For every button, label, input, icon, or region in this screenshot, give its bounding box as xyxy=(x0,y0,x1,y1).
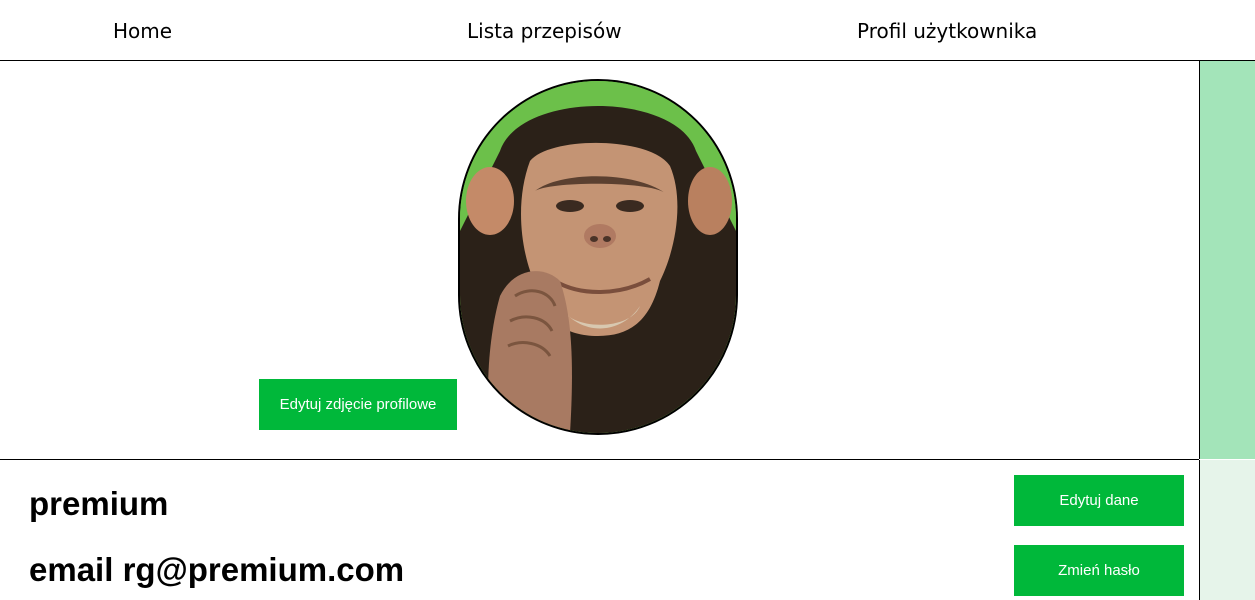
email-line: email rg@premium.com xyxy=(29,550,404,590)
section-divider xyxy=(0,459,1199,460)
top-navigation: Home Lista przepisów Profil użytkownika xyxy=(0,0,1255,61)
edit-data-button[interactable]: Edytuj dane xyxy=(1014,475,1184,526)
chimpanzee-avatar-image xyxy=(460,81,736,433)
nav-link-profile[interactable]: Profil użytkownika xyxy=(857,16,1037,46)
profile-avatar xyxy=(458,79,738,435)
username-heading: premium xyxy=(29,485,169,522)
sidebar-lower-panel xyxy=(1199,460,1255,600)
nav-link-recipes[interactable]: Lista przepisów xyxy=(467,16,622,46)
sidebar-upper-panel xyxy=(1199,61,1255,459)
nav-link-home[interactable]: Home xyxy=(113,16,172,46)
change-password-button[interactable]: Zmień hasło xyxy=(1014,545,1184,596)
edit-profile-photo-button[interactable]: Edytuj zdjęcie profilowe xyxy=(259,379,457,430)
email-label: email xyxy=(29,551,114,588)
email-value: rg@premium.com xyxy=(122,551,405,588)
